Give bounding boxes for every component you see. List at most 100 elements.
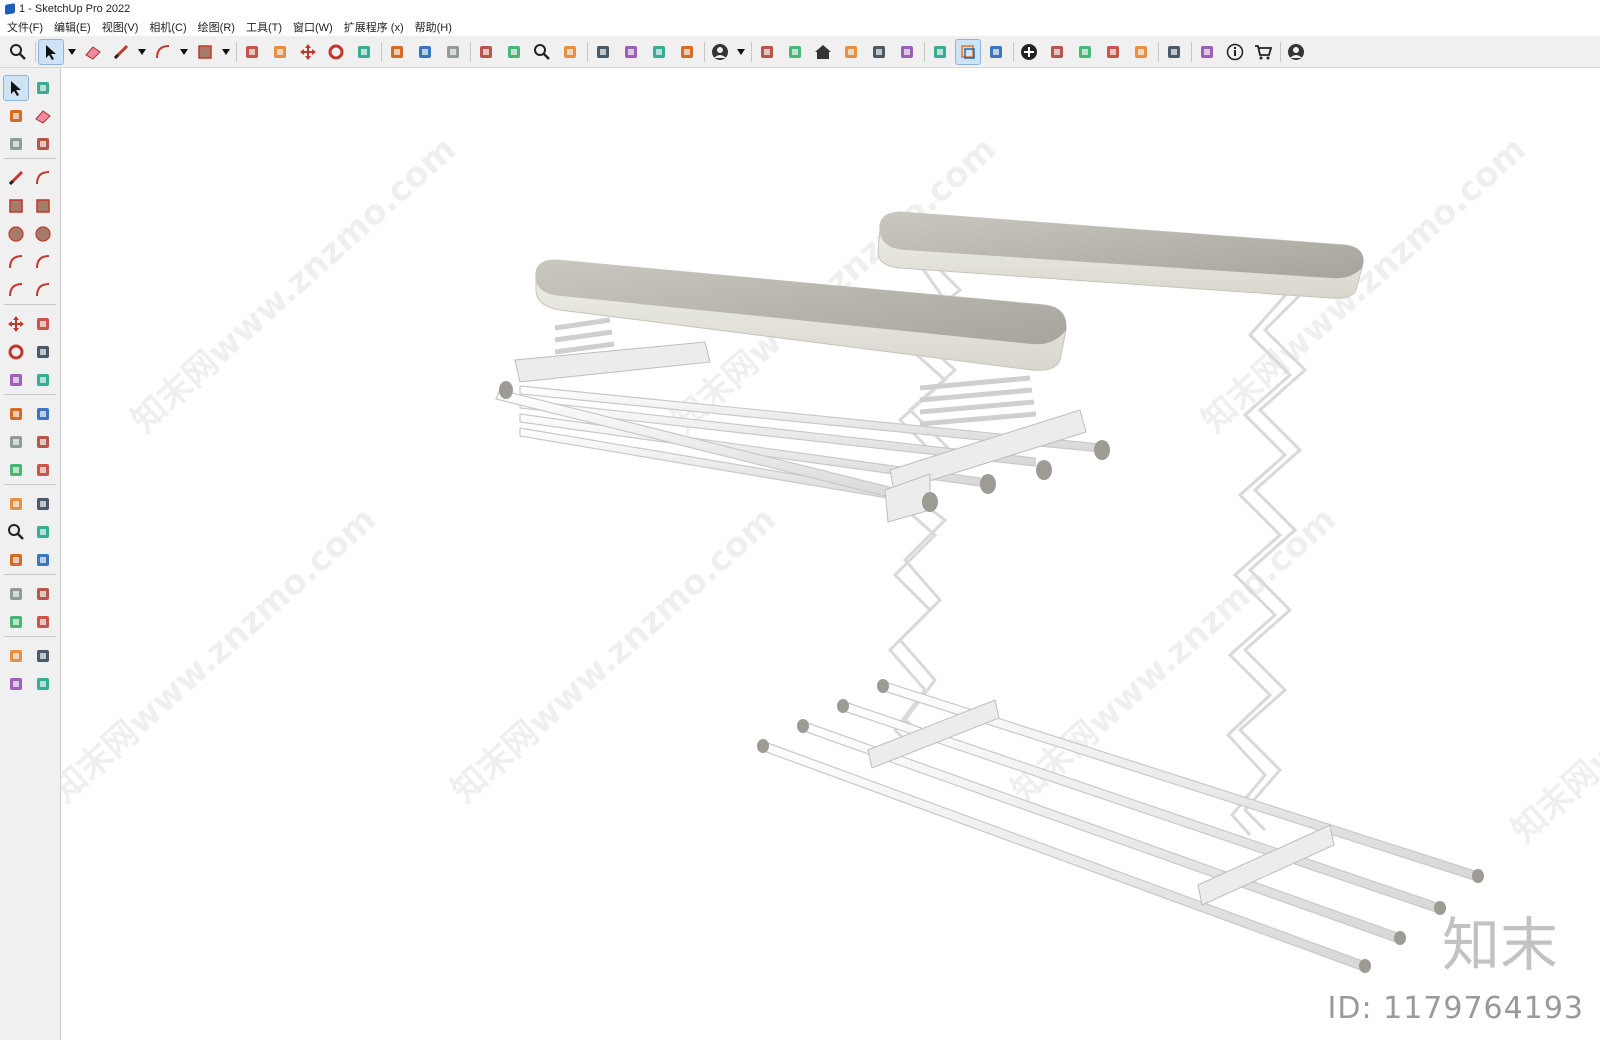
add-icon[interactable] [1017, 40, 1041, 64]
search-icon[interactable] [6, 40, 30, 64]
left-tool-dimension-icon[interactable] [31, 402, 55, 426]
dropdown-icon[interactable] [221, 40, 231, 64]
menu-file[interactable]: 文件(F) [2, 19, 49, 35]
cart-icon[interactable] [1251, 40, 1275, 64]
section-cut-icon[interactable] [984, 40, 1008, 64]
home-icon[interactable] [811, 40, 835, 64]
left-tool-rotate-icon[interactable] [4, 340, 28, 364]
rectangle-icon[interactable] [193, 40, 217, 64]
menu-view[interactable]: 视图(V) [97, 19, 145, 35]
layout-icon[interactable] [647, 40, 671, 64]
left-tool-3d-text-icon[interactable] [31, 458, 55, 482]
left-tool-component-icon[interactable] [4, 132, 28, 156]
info-icon[interactable] [1223, 40, 1247, 64]
follow-me-icon[interactable] [268, 40, 292, 64]
model-viewport[interactable]: 知末网www.znzmo.com 知末网www.znzmo.com 知末网www… [61, 68, 1600, 1040]
menu-edit[interactable]: 编辑(E) [49, 19, 97, 35]
left-tool-position-camera-icon[interactable] [4, 582, 28, 606]
push-pull-icon[interactable] [240, 40, 264, 64]
left-tool-tape-measure-icon[interactable] [4, 402, 28, 426]
left-tool-layout-icon[interactable] [4, 672, 28, 696]
pencil-icon[interactable] [109, 40, 133, 64]
left-tool-offset-icon[interactable] [31, 368, 55, 392]
front-view-icon[interactable] [783, 40, 807, 64]
solid-inspector-icon[interactable] [1045, 40, 1069, 64]
left-tool-extension-manager-icon[interactable] [31, 672, 55, 696]
left-tool-warehouse-icon[interactable] [4, 644, 28, 668]
text-icon[interactable] [413, 40, 437, 64]
left-tool-eraser-icon[interactable] [31, 104, 55, 128]
select-icon[interactable] [38, 39, 64, 65]
move-icon[interactable] [296, 40, 320, 64]
paint-bucket-icon[interactable] [441, 40, 465, 64]
warehouse-icon[interactable] [591, 40, 615, 64]
extension-manager-icon[interactable] [675, 40, 699, 64]
dropdown-icon[interactable] [179, 40, 189, 64]
left-tool-two-point-arc-icon[interactable] [31, 250, 55, 274]
left-tool-zoom-icon[interactable] [4, 520, 28, 544]
zoom-extents-icon[interactable] [558, 40, 582, 64]
left-tool-freehand-icon[interactable] [31, 166, 55, 190]
left-tool-pie-icon[interactable] [31, 278, 55, 302]
menu-draw[interactable]: 绘图(R) [193, 19, 241, 35]
left-tool-move-icon[interactable] [4, 312, 28, 336]
rotate-icon[interactable] [324, 40, 348, 64]
left-tool-three-point-arc-icon[interactable] [4, 278, 28, 302]
top-view-icon[interactable] [839, 40, 863, 64]
menu-camera[interactable]: 相机(C) [144, 19, 192, 35]
left-tool-push-pull-icon[interactable] [31, 312, 55, 336]
left-tool-lasso-orbit-icon[interactable] [31, 76, 55, 100]
left-tool-orbit-icon[interactable] [4, 492, 28, 516]
left-tool-tag-icon[interactable] [31, 132, 55, 156]
left-tool-line-icon[interactable] [4, 166, 28, 190]
eraser-icon[interactable] [81, 40, 105, 64]
left-tool-scale-icon[interactable] [4, 368, 28, 392]
menu-help[interactable]: 帮助(H) [410, 19, 458, 35]
left-tool-zoom-extents-icon[interactable] [4, 548, 28, 572]
dropdown-icon[interactable] [67, 40, 77, 64]
section-icon[interactable] [928, 40, 952, 64]
left-tool-rectangle-icon[interactable] [4, 194, 28, 218]
right-view-icon[interactable] [867, 40, 891, 64]
iso-view-icon[interactable] [755, 40, 779, 64]
left-tool-circle-icon[interactable] [4, 222, 28, 246]
left-tool-follow-me-icon[interactable] [31, 340, 55, 364]
left-tool-protractor-icon[interactable] [4, 430, 28, 454]
left-tool-rotated-rectangle-icon[interactable] [31, 194, 55, 218]
dropdown-icon[interactable] [137, 40, 147, 64]
styles-icon[interactable] [1073, 40, 1097, 64]
tape-measure-icon[interactable] [385, 40, 409, 64]
pan-icon[interactable] [502, 40, 526, 64]
left-tool-arc-icon[interactable] [4, 250, 28, 274]
checker-icon[interactable] [1101, 40, 1125, 64]
menu-tools[interactable]: 工具(T) [241, 19, 288, 35]
left-tool-previous-view-icon[interactable] [31, 548, 55, 572]
scale-icon[interactable] [352, 40, 376, 64]
left-tool-axes-icon[interactable] [4, 458, 28, 482]
left-tool-select-icon[interactable] [3, 75, 29, 101]
cloud-icon[interactable] [1129, 40, 1153, 64]
zoom-icon[interactable] [530, 40, 554, 64]
watermark-brand: 知末 [1441, 911, 1558, 979]
left-tool-zoom-window-icon[interactable] [31, 520, 55, 544]
left-tool-paint-bucket-icon[interactable] [4, 104, 28, 128]
orbit-icon[interactable] [474, 40, 498, 64]
section-display-icon[interactable] [955, 39, 981, 65]
menu-window[interactable]: 窗口(W) [288, 19, 339, 35]
user-icon[interactable] [708, 40, 732, 64]
arc-icon[interactable] [151, 40, 175, 64]
left-tool-look-around-icon[interactable] [31, 582, 55, 606]
dropdown-icon[interactable] [736, 40, 746, 64]
left-tool-pan-icon[interactable] [31, 492, 55, 516]
left-tool-text-icon[interactable] [31, 430, 55, 454]
menu-extensions[interactable]: 扩展程序 (x) [339, 19, 410, 35]
settings-icon[interactable] [1162, 40, 1186, 64]
back-view-icon[interactable] [895, 40, 919, 64]
left-tool-walk-icon[interactable] [4, 610, 28, 634]
account-icon[interactable] [1284, 40, 1308, 64]
extension-warehouse-icon[interactable] [619, 40, 643, 64]
left-tool-section-plane-icon[interactable] [31, 610, 55, 634]
scenes-icon[interactable] [1195, 40, 1219, 64]
left-tool-extension-warehouse-icon[interactable] [31, 644, 55, 668]
left-tool-polygon-icon[interactable] [31, 222, 55, 246]
